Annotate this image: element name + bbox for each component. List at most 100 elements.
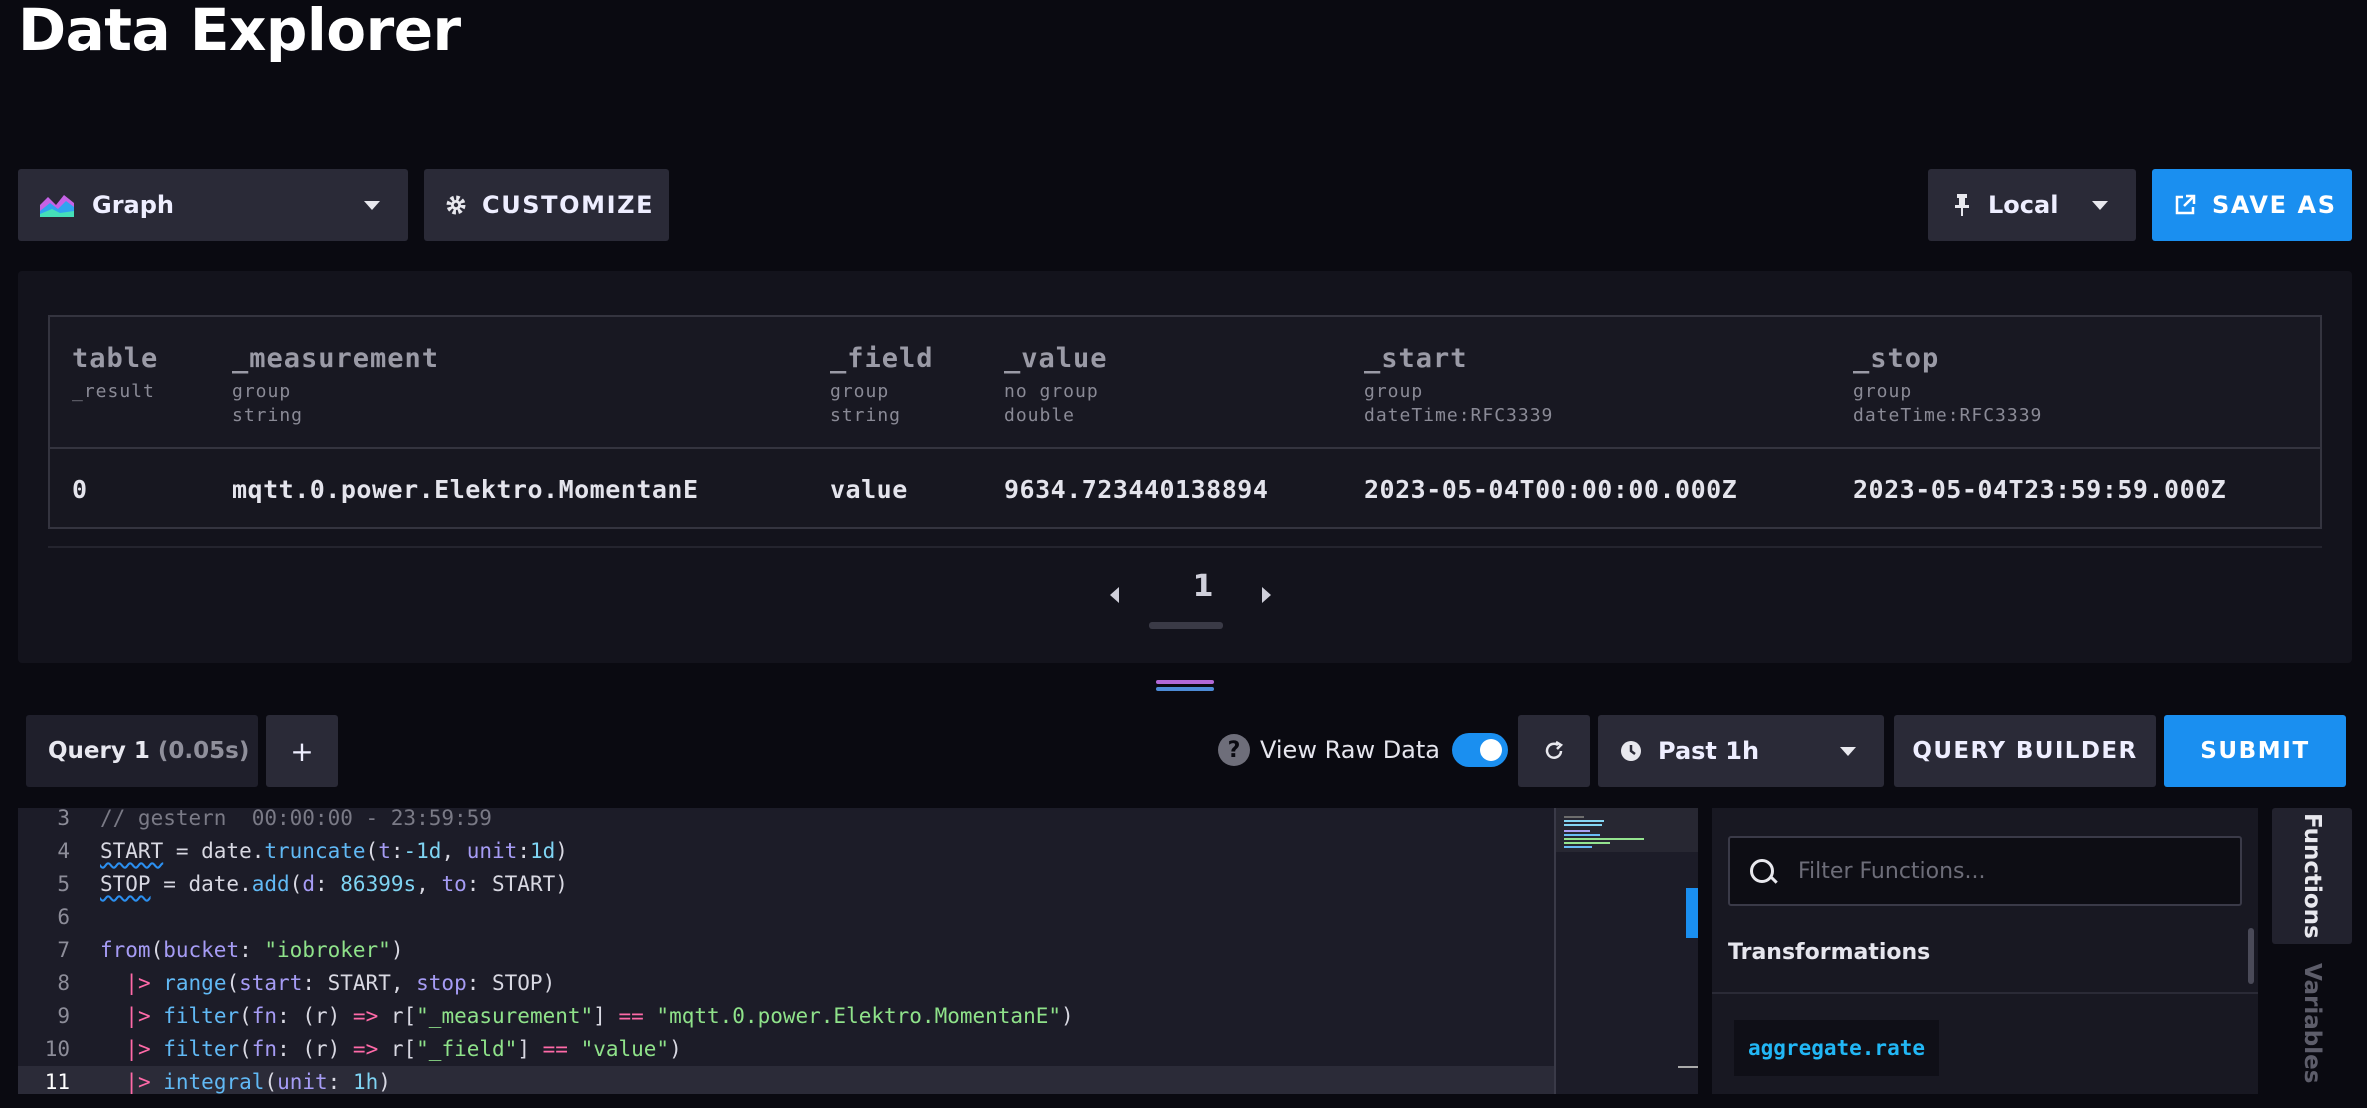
page-title: Data Explorer	[18, 0, 461, 64]
column-name: _measurement	[232, 343, 440, 374]
flux-code-editor[interactable]: 3 // gestern 00:00:00 - 23:59:59 4 START = …	[18, 808, 1698, 1094]
tab-functions-label: Functions	[2299, 813, 2325, 939]
view-raw-data-label: View Raw Data	[1260, 736, 1440, 764]
external-link-icon	[2175, 194, 2196, 215]
refresh-icon	[1545, 740, 1564, 759]
code-line[interactable]: 3 // gestern 00:00:00 - 23:59:59	[18, 808, 1554, 835]
code-text: |> filter(fn: (r) => r["_measurement"] =…	[125, 1004, 1074, 1028]
column-meta: group	[232, 381, 292, 402]
view-raw-data-toggle[interactable]	[1452, 733, 1508, 767]
timezone-dropdown[interactable]: Local	[1928, 169, 2136, 241]
category-divider	[1712, 992, 2258, 994]
timezone-label: Local	[1988, 191, 2059, 219]
column-name: table	[72, 343, 159, 374]
column-meta: _result	[72, 381, 155, 402]
resize-drag-handle[interactable]	[1156, 680, 1214, 692]
function-category-heading: Transformations	[1728, 940, 1931, 965]
column-header: _value no group double	[1004, 343, 1108, 428]
line-number: 10	[44, 1037, 70, 1061]
refresh-button[interactable]	[1518, 715, 1590, 787]
line-number: 9	[57, 1004, 70, 1028]
column-header: _start group dateTime:RFC3339	[1364, 343, 1553, 428]
line-number: 3	[57, 808, 70, 830]
chevron-down-icon	[364, 201, 380, 210]
tab-functions[interactable]: Functions	[2272, 808, 2352, 944]
results-panel: table _result _measurement group string …	[18, 271, 2352, 663]
save-as-button[interactable]: SAVE AS	[2152, 169, 2352, 241]
raw-data-table: table _result _measurement group string …	[48, 315, 2322, 529]
code-line[interactable]: 5 STOP = date.add(d: 86399s, to: START)	[18, 868, 1554, 901]
column-type: dateTime:RFC3339	[1364, 405, 1554, 426]
functions-scrollbar[interactable]	[2248, 928, 2254, 984]
table-row: 0 mqtt.0.power.Elektro.MomentanE value 9…	[50, 449, 2320, 527]
visualization-type-label: Graph	[92, 191, 174, 219]
column-meta: group	[1853, 381, 1913, 402]
table-cell: 9634.723440138894	[1004, 475, 1269, 504]
line-number: 11	[44, 1070, 70, 1094]
query-builder-button[interactable]: QUERY BUILDER	[1894, 715, 2156, 787]
code-line[interactable]: 9 |> filter(fn: (r) => r["_measurement"]…	[18, 1000, 1554, 1033]
column-name: _start	[1364, 343, 1468, 374]
line-number: 6	[57, 905, 70, 929]
pagination-divider	[48, 546, 2322, 548]
visualization-type-dropdown[interactable]: Graph	[18, 169, 408, 241]
table-cell: value	[830, 475, 908, 504]
code-line[interactable]: 7 from(bucket: "iobroker")	[18, 934, 1554, 967]
filter-functions-input[interactable]	[1796, 857, 2220, 885]
column-type: string	[232, 405, 304, 426]
current-page-number[interactable]: 1	[1178, 569, 1228, 604]
column-name: _field	[830, 343, 934, 374]
query-duration: (0.05s)	[157, 738, 250, 764]
tab-variables[interactable]: Variables	[2272, 958, 2352, 1088]
column-meta: no group	[1004, 381, 1099, 402]
column-type: dateTime:RFC3339	[1853, 405, 2043, 426]
submit-label: SUBMIT	[2200, 738, 2310, 764]
view-raw-data-control: ? View Raw Data	[1218, 732, 1508, 768]
code-line[interactable]: 8 |> range(start: START, stop: STOP)	[18, 967, 1554, 1000]
page-indicator	[1149, 622, 1223, 629]
help-icon[interactable]: ?	[1218, 734, 1250, 766]
code-line[interactable]: 4 START = date.truncate(t:-1d, unit:1d)	[18, 835, 1554, 868]
chevron-down-icon	[2092, 201, 2108, 210]
time-range-dropdown[interactable]: Past 1h	[1598, 715, 1884, 787]
function-item[interactable]: aggregate.rate	[1734, 1020, 1940, 1076]
line-number: 7	[57, 938, 70, 962]
query-builder-label: QUERY BUILDER	[1912, 738, 2138, 764]
editor-scroll-marker	[1678, 1066, 1698, 1068]
column-header: table _result	[72, 343, 158, 404]
customize-button[interactable]: CUSTOMIZE	[424, 169, 669, 241]
column-type: string	[830, 405, 902, 426]
line-number: 4	[57, 839, 70, 863]
code-line[interactable]: 10 |> filter(fn: (r) => r["_field"] == "…	[18, 1033, 1554, 1066]
table-cell: mqtt.0.power.Elektro.MomentanE	[232, 475, 699, 504]
column-header: _field group string	[830, 343, 934, 428]
plus-icon: +	[290, 734, 314, 768]
chevron-down-icon	[1840, 747, 1856, 756]
query-tab[interactable]: Query 1 (0.05s)	[26, 715, 258, 787]
code-text: |> filter(fn: (r) => r["_field"] == "val…	[125, 1037, 682, 1061]
code-text: |> range(start: START, stop: STOP)	[125, 971, 556, 995]
line-number: 8	[57, 971, 70, 995]
code-line[interactable]: 6	[18, 901, 1554, 934]
line-number: 5	[57, 872, 70, 896]
column-header: _measurement group string	[232, 343, 439, 428]
submit-button[interactable]: SUBMIT	[2164, 715, 2346, 787]
editor-scrollbar[interactable]	[1686, 888, 1698, 938]
add-query-button[interactable]: +	[266, 715, 338, 787]
filter-functions-search[interactable]	[1728, 836, 2242, 906]
chevron-right-icon[interactable]	[1256, 581, 1276, 611]
chevron-left-icon[interactable]	[1106, 581, 1126, 611]
graph-icon	[40, 195, 74, 217]
column-type: double	[1004, 405, 1076, 426]
column-name: _stop	[1853, 343, 1940, 374]
table-cell: 2023-05-04T00:00:00.000Z	[1364, 475, 1738, 504]
editor-minimap[interactable]	[1554, 808, 1698, 1094]
code-text: from(bucket: "iobroker")	[100, 938, 404, 962]
editor-side-tabs: Functions Variables	[2272, 808, 2352, 1094]
code-line[interactable]: 11 |> integral(unit: 1h)	[18, 1066, 1554, 1094]
functions-panel: Transformations aggregate.rate	[1712, 808, 2258, 1094]
time-range-label: Past 1h	[1658, 737, 1760, 765]
column-header: _stop group dateTime:RFC3339	[1853, 343, 2042, 428]
query-tab-label: Query 1	[48, 738, 150, 764]
table-cell: 2023-05-04T23:59:59.000Z	[1853, 475, 2227, 504]
